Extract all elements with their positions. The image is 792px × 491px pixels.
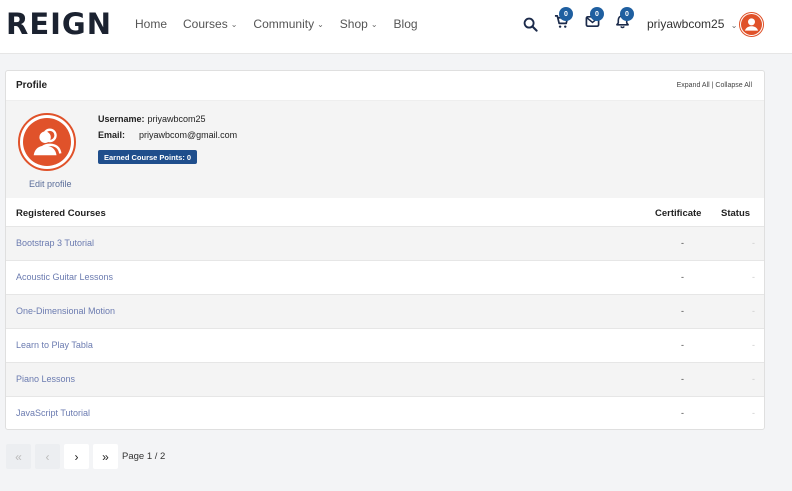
username-value: priyawbcom25 (147, 114, 206, 124)
email-value: priyawbcom@gmail.com (139, 130, 238, 140)
user-menu-label: priyawbcom25 (647, 17, 725, 31)
collapse-all-link[interactable]: Collapse All (715, 82, 752, 89)
user-icon (23, 118, 71, 166)
profile-summary: Edit profile Username: priyawbcom25 Email… (6, 101, 764, 198)
nav-item-community[interactable]: Community ⌄ (253, 17, 323, 31)
nav-label: Home (135, 17, 168, 31)
email-label: Email: (98, 130, 126, 140)
nav-item-shop[interactable]: Shop ⌄ (340, 17, 378, 31)
nav-label: Shop (339, 17, 368, 31)
search-icon[interactable] (520, 14, 540, 34)
certificate-cell: - (681, 306, 684, 316)
status-cell: - (752, 408, 755, 418)
pagination: « ‹ › » Page 1 / 2 (6, 444, 165, 469)
username-row: Username: priyawbcom25 (98, 114, 206, 124)
status-cell: - (752, 272, 755, 282)
nav-item-blog[interactable]: Blog (394, 17, 418, 31)
first-page-button[interactable]: « (6, 444, 31, 469)
chevron-down-icon: ⌄ (317, 19, 324, 29)
course-link[interactable]: Bootstrap 3 Tutorial (16, 238, 94, 248)
chevron-down-icon: ⌄ (370, 19, 378, 29)
main-nav: Home Courses ⌄ Community ⌄ Shop ⌄ Blog (135, 17, 434, 31)
username-label: Username: (98, 114, 145, 124)
cart-count-badge: 0 (559, 7, 573, 21)
messages-button[interactable]: 0 (582, 7, 604, 34)
edit-profile-link[interactable]: Edit profile (29, 179, 72, 189)
profile-card: Profile Expand All | Collapse All Edit p… (5, 70, 765, 430)
separator: | (711, 82, 714, 89)
table-row: One-Dimensional Motion - - (6, 295, 764, 329)
avatar[interactable] (739, 12, 764, 37)
status-cell: - (752, 340, 755, 350)
cart-button[interactable]: 0 (551, 7, 573, 34)
status-cell: - (752, 238, 755, 248)
site-logo[interactable]: REIGN (6, 9, 112, 39)
col-header-status: Status (721, 208, 751, 219)
notifications-button[interactable]: 0 (612, 7, 634, 34)
courses-table-header: Registered Courses Certificate Status (6, 198, 764, 227)
chevron-down-icon: ⌄ (230, 19, 238, 29)
course-link[interactable]: Piano Lessons (16, 374, 75, 384)
page-indicator: Page 1 / 2 (122, 451, 166, 462)
certificate-cell: - (681, 238, 684, 248)
status-cell: - (752, 374, 755, 384)
nav-item-courses[interactable]: Courses ⌄ (183, 17, 237, 31)
card-header: Profile Expand All | Collapse All (6, 71, 764, 101)
table-row: JavaScript Tutorial - - (6, 397, 764, 431)
course-points-badge: Earned Course Points: 0 (98, 150, 198, 164)
status-cell: - (752, 306, 755, 316)
notifications-count-badge: 0 (620, 7, 634, 21)
table-row: Learn to Play Tabla - - (6, 329, 764, 363)
card-title: Profile (16, 80, 48, 91)
course-link[interactable]: Learn to Play Tabla (16, 340, 93, 350)
table-row: Bootstrap 3 Tutorial - - (6, 227, 764, 261)
table-row: Piano Lessons - - (6, 363, 764, 397)
chevron-down-icon: ⌄ (730, 21, 738, 30)
col-header-course: Registered Courses (16, 208, 106, 219)
certificate-cell: - (681, 340, 684, 350)
course-link[interactable]: One-Dimensional Motion (16, 306, 115, 316)
profile-avatar (18, 113, 76, 171)
nav-label: Community (253, 17, 315, 31)
courses-table-body: Bootstrap 3 Tutorial - - Acoustic Guitar… (6, 227, 764, 431)
certificate-cell: - (681, 272, 684, 282)
certificate-cell: - (681, 408, 684, 418)
col-header-certificate: Certificate (655, 208, 702, 219)
nav-label: Blog (393, 17, 418, 31)
top-header: REIGN Home Courses ⌄ Community ⌄ Shop ⌄ … (0, 0, 792, 54)
certificate-cell: - (681, 374, 684, 384)
expand-all-link[interactable]: Expand All (677, 82, 710, 89)
user-menu[interactable]: priyawbcom25 ⌄ (647, 17, 737, 31)
email-row: Email: priyawbcom@gmail.com (98, 130, 237, 140)
course-link[interactable]: Acoustic Guitar Lessons (16, 272, 113, 282)
table-row: Acoustic Guitar Lessons - - (6, 261, 764, 295)
expand-collapse-links: Expand All | Collapse All (677, 82, 752, 89)
course-link[interactable]: JavaScript Tutorial (16, 408, 90, 418)
last-page-button[interactable]: » (93, 444, 118, 469)
nav-label: Courses (183, 17, 228, 31)
next-page-button[interactable]: › (64, 444, 89, 469)
nav-item-home[interactable]: Home (135, 17, 167, 31)
prev-page-button[interactable]: ‹ (35, 444, 60, 469)
messages-count-badge: 0 (590, 7, 604, 21)
